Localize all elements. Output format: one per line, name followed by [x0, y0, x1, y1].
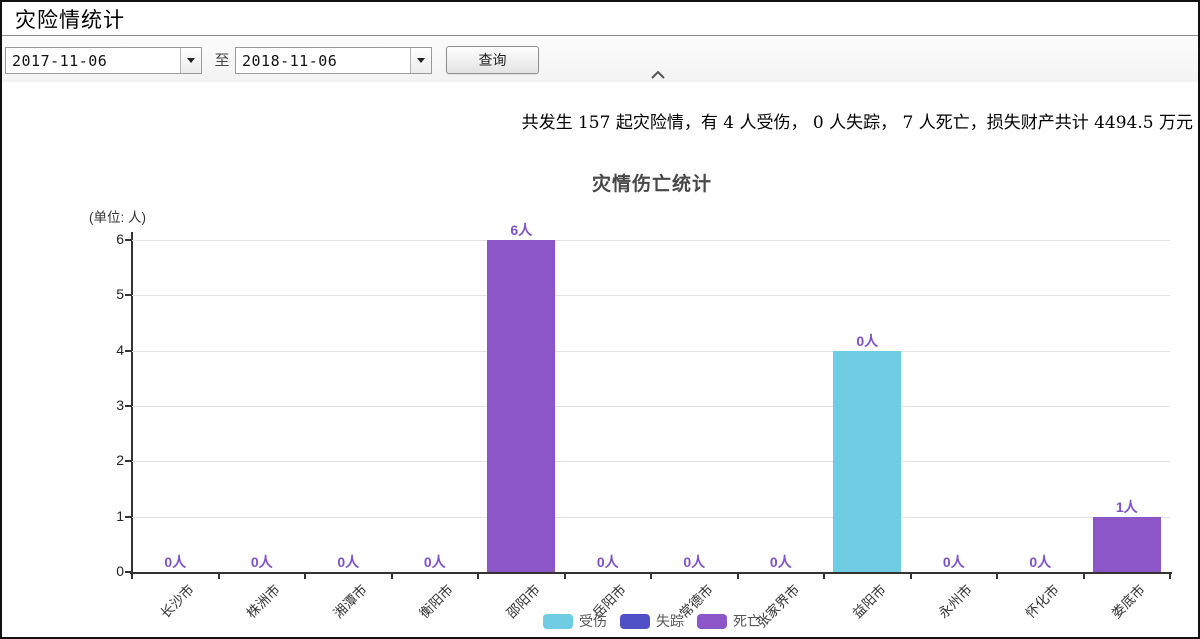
x-axis-tick-mark: [996, 574, 998, 579]
gridline: [132, 295, 1170, 296]
toolbar: 2017-11-06 至 2018-11-06 查询: [2, 36, 1198, 82]
x-axis-tick-mark: [910, 574, 912, 579]
chart-unit-label: (单位: 人): [89, 206, 146, 226]
y-axis-tick-mark: [125, 350, 132, 352]
x-axis-tick-mark: [477, 574, 479, 579]
y-axis-tick-mark: [125, 516, 132, 518]
chevron-down-icon: [417, 58, 425, 63]
bar-value-label: 0人: [232, 552, 292, 572]
date-from-value: 2017-11-06: [6, 52, 180, 70]
x-axis-tick-mark: [650, 574, 652, 579]
gridline: [132, 461, 1170, 462]
bar-value-label: 0人: [578, 552, 638, 572]
x-axis-tick-mark: [391, 574, 393, 579]
y-axis-tick-label: 5: [94, 286, 124, 302]
date-to-value: 2018-11-06: [236, 52, 410, 70]
legend-swatch-icon: [543, 614, 573, 629]
bar-value-label: 6人: [491, 220, 551, 240]
gridline: [132, 406, 1170, 407]
legend-item[interactable]: 失踪: [620, 611, 684, 631]
x-axis-label: 怀化市: [1020, 579, 1063, 622]
legend-item[interactable]: 受伤: [543, 611, 607, 631]
bar-value-label: 0人: [664, 552, 724, 572]
gridline: [132, 351, 1170, 352]
bar-value-label: 0人: [1010, 552, 1070, 572]
x-axis-tick-mark: [218, 574, 220, 579]
x-axis-label: 株洲市: [241, 579, 284, 622]
y-axis-tick-label: 1: [94, 508, 124, 524]
chart-bar[interactable]: [833, 351, 901, 572]
x-axis-label: 衡阳市: [414, 579, 457, 622]
gridline: [132, 240, 1170, 241]
y-axis-tick-mark: [125, 294, 132, 296]
y-axis-tick-label: 0: [94, 563, 124, 579]
x-axis-label: 邵阳市: [501, 579, 544, 622]
x-axis-label: 娄底市: [1106, 579, 1149, 622]
page-header: 灾险情统计: [2, 2, 1198, 36]
x-axis-label: 益阳市: [847, 579, 890, 622]
x-axis-tick-mark: [304, 574, 306, 579]
bar-value-label: 0人: [751, 552, 811, 572]
x-axis-tick-mark: [131, 574, 133, 579]
legend-label: 受伤: [579, 611, 607, 631]
y-axis-tick-label: 2: [94, 452, 124, 468]
legend-swatch-icon: [697, 614, 727, 629]
y-axis-tick-mark: [125, 405, 132, 407]
collapse-panel-chevron-up-icon[interactable]: [650, 70, 666, 80]
query-button[interactable]: 查询: [446, 46, 539, 74]
bar-value-label: 0人: [405, 552, 465, 572]
chart-legend: 受伤 失踪 死亡: [543, 611, 761, 631]
y-axis-tick-label: 4: [94, 342, 124, 358]
x-axis-tick-mark: [823, 574, 825, 579]
x-axis-line: [130, 572, 1172, 574]
x-axis-tick-mark: [564, 574, 566, 579]
y-axis-tick-mark: [125, 571, 132, 573]
legend-swatch-icon: [620, 614, 650, 629]
summary-text: 共发生 157 起灾险情，有 4 人受伤， 0 人失踪， 7 人死亡，损失财产共…: [522, 108, 1193, 133]
legend-label: 死亡: [733, 611, 761, 631]
x-axis-tick-mark: [737, 574, 739, 579]
x-axis-label: 湘潭市: [328, 579, 371, 622]
y-axis-line: [131, 232, 133, 574]
y-axis-tick-label: 3: [94, 397, 124, 413]
date-to-dropdown-button[interactable]: [410, 48, 431, 73]
chart-title: 灾情伤亡统计: [302, 169, 1002, 196]
gridline: [132, 517, 1170, 518]
y-axis-tick-mark: [125, 460, 132, 462]
page: 灾险情统计 2017-11-06 至 2018-11-06 查询 共发生 157…: [0, 0, 1200, 639]
bar-value-label: 0人: [145, 552, 205, 572]
date-from-dropdown-button[interactable]: [180, 48, 201, 73]
legend-item[interactable]: 死亡: [697, 611, 761, 631]
x-axis-label: 永州市: [933, 579, 976, 622]
legend-label: 失踪: [656, 611, 684, 631]
chart-bar[interactable]: [1093, 517, 1161, 572]
page-title: 灾险情统计: [2, 4, 125, 34]
bar-value-label: 0人: [318, 552, 378, 572]
x-axis-tick-mark: [1083, 574, 1085, 579]
bar-value-label: 1人: [1097, 497, 1157, 517]
x-axis-label: 长沙市: [155, 579, 198, 622]
bar-value-label: 0人: [924, 552, 984, 572]
chart-bar[interactable]: [487, 240, 555, 572]
date-to-combobox[interactable]: 2018-11-06: [235, 47, 432, 74]
date-from-combobox[interactable]: 2017-11-06: [5, 47, 202, 74]
date-range-to-label: 至: [210, 47, 234, 74]
chart-plot-area: 01234560人长沙市0人株洲市0人湘潭市0人衡阳市6人邵阳市0人岳阳市0人常…: [2, 2, 1200, 639]
x-axis-tick-mark: [1169, 574, 1171, 579]
bar-value-label: 0人: [837, 331, 897, 351]
chevron-down-icon: [187, 58, 195, 63]
y-axis-tick-mark: [125, 239, 132, 241]
y-axis-tick-label: 6: [94, 231, 124, 247]
